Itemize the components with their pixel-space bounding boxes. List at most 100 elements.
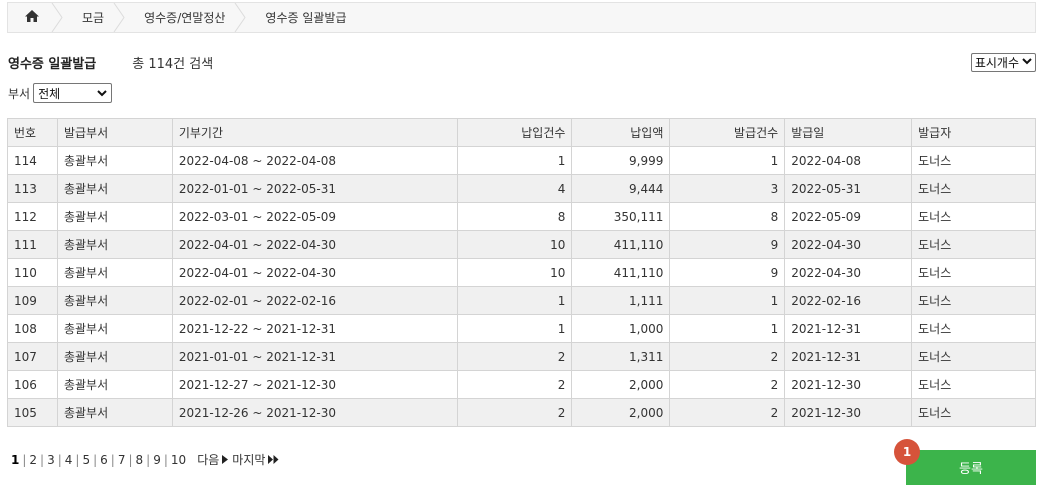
cell-issuer: 도너스 [911, 342, 1036, 371]
cell-issue-count: 9 [669, 258, 786, 287]
page-link-9[interactable]: 9 [150, 453, 164, 467]
col-header-amount[interactable]: 납입액 [571, 118, 671, 147]
cell-dept: 총괄부서 [56, 174, 173, 203]
cell-payment-count: 1 [456, 314, 573, 343]
result-count: 총 114건 검색 [132, 57, 214, 72]
table-row[interactable]: 110 총괄부서 2022-04-01 ~ 2022-04-30 10 411,110 9… [7, 258, 1036, 287]
cell-period: 2022-04-08 ~ 2022-04-08 [171, 146, 458, 175]
cell-no: 110 [7, 258, 58, 287]
cell-issue-date: 2021-12-31 [784, 342, 913, 371]
col-header-period[interactable]: 기부기간 [171, 118, 458, 147]
cell-payment-count: 10 [456, 230, 573, 259]
cell-issuer: 도너스 [911, 174, 1036, 203]
page-link-7[interactable]: 7 [115, 453, 129, 467]
cell-issue-date: 2022-04-30 [784, 230, 913, 259]
cell-issue-count: 1 [669, 314, 786, 343]
cell-issuer: 도너스 [911, 146, 1036, 175]
page-list: 1 | 2 | 3 | 4 | 5 | 6 | 7 | 8 | 9 | 10 [8, 453, 189, 467]
cell-issue-count: 2 [669, 398, 786, 427]
page-title: 영수증 일괄발급 [8, 57, 97, 72]
page-link-2[interactable]: 2 [26, 453, 40, 467]
register-button[interactable]: 등록 [906, 450, 1036, 485]
breadcrumb-home[interactable] [8, 3, 63, 32]
cell-amount: 9,999 [571, 146, 671, 175]
col-header-issuer[interactable]: 발급자 [911, 118, 1036, 147]
last-page-link[interactable]: 마지막 [232, 451, 279, 468]
cell-issue-date: 2021-12-30 [784, 370, 913, 399]
table-row[interactable]: 105 총괄부서 2021-12-26 ~ 2021-12-30 2 2,000 2 202… [7, 398, 1036, 427]
display-count-select[interactable]: 표시개수 [970, 53, 1036, 72]
page-link-6[interactable]: 6 [97, 453, 111, 467]
table-body: 114 총괄부서 2022-04-08 ~ 2022-04-08 1 9,999 1 202… [7, 146, 1036, 427]
cell-no: 111 [7, 230, 58, 259]
cell-no: 109 [7, 286, 58, 315]
cell-no: 107 [7, 342, 58, 371]
page-link-10[interactable]: 10 [168, 453, 189, 467]
table-row[interactable]: 112 총괄부서 2022-03-01 ~ 2022-05-09 8 350,111 8 2… [7, 202, 1036, 231]
cell-dept: 총괄부서 [56, 314, 173, 343]
home-icon [24, 9, 40, 26]
cell-no: 112 [7, 202, 58, 231]
cell-amount: 1,311 [571, 342, 671, 371]
breadcrumb-item-receipts[interactable]: 영수증/연말정산 [118, 3, 247, 32]
col-header-no[interactable]: 번호 [7, 118, 58, 147]
page-link-1[interactable]: 1 [8, 453, 22, 467]
table-row[interactable]: 111 총괄부서 2022-04-01 ~ 2022-04-30 10 411,110 9… [7, 230, 1036, 259]
pagination: 1 | 2 | 3 | 4 | 5 | 6 | 7 | 8 | 9 | 10 다음 마지막 [8, 451, 279, 468]
cell-payment-count: 1 [456, 146, 573, 175]
cell-issuer: 도너스 [911, 286, 1036, 315]
table-row[interactable]: 106 총괄부서 2021-12-27 ~ 2021-12-30 2 2,000 2 202… [7, 370, 1036, 399]
cell-no: 113 [7, 174, 58, 203]
double-caret-right-icon [268, 453, 279, 467]
breadcrumb-item-fundraising[interactable]: 모금 [56, 3, 125, 32]
cell-payment-count: 8 [456, 202, 573, 231]
chevron-down-icon [1022, 57, 1032, 68]
cell-issuer: 도너스 [911, 398, 1036, 427]
table-row[interactable]: 108 총괄부서 2021-12-22 ~ 2021-12-31 1 1,000 1 202… [7, 314, 1036, 343]
page-link-5[interactable]: 5 [79, 453, 93, 467]
col-header-issue-count[interactable]: 발급건수 [669, 118, 786, 147]
cell-issue-count: 8 [669, 202, 786, 231]
cell-issue-count: 1 [669, 146, 786, 175]
cell-dept: 총괄부서 [56, 342, 173, 371]
next-page-link[interactable]: 다음 [197, 451, 229, 468]
table-row[interactable]: 107 총괄부서 2021-01-01 ~ 2021-12-31 2 1,311 2 202… [7, 342, 1036, 371]
cell-issue-date: 2022-02-16 [784, 286, 913, 315]
cell-issuer: 도너스 [911, 370, 1036, 399]
cell-issue-date: 2021-12-31 [784, 314, 913, 343]
breadcrumb: 모금 영수증/연말정산 영수증 일괄발급 [7, 2, 1036, 33]
col-header-payment-count[interactable]: 납입건수 [456, 118, 573, 147]
cell-issue-date: 2022-05-09 [784, 202, 913, 231]
table-header-row: 번호 발급부서 기부기간 납입건수 납입액 발급건수 발급일 발급자 [7, 118, 1036, 147]
cell-amount: 2,000 [571, 398, 671, 427]
cell-no: 108 [7, 314, 58, 343]
page-link-4[interactable]: 4 [62, 453, 76, 467]
cell-issue-count: 1 [669, 286, 786, 315]
cell-payment-count: 4 [456, 174, 573, 203]
cell-no: 114 [7, 146, 58, 175]
cell-period: 2022-04-01 ~ 2022-04-30 [171, 230, 458, 259]
receipt-batch-table: 번호 발급부서 기부기간 납입건수 납입액 발급건수 발급일 발급자 114 총괄… [7, 118, 1036, 427]
dept-select[interactable]: 전체 [33, 83, 113, 103]
cell-period: 2021-01-01 ~ 2021-12-31 [171, 342, 458, 371]
cell-issue-date: 2022-05-31 [784, 174, 913, 203]
col-header-issue-date[interactable]: 발급일 [784, 118, 913, 147]
cell-payment-count: 10 [456, 258, 573, 287]
cell-issue-count: 2 [669, 370, 786, 399]
cell-issue-count: 9 [669, 230, 786, 259]
col-header-dept[interactable]: 발급부서 [56, 118, 173, 147]
cell-issue-count: 2 [669, 342, 786, 371]
cell-dept: 총괄부서 [56, 370, 173, 399]
cell-dept: 총괄부서 [56, 286, 173, 315]
table-row[interactable]: 114 총괄부서 2022-04-08 ~ 2022-04-08 1 9,999 1 202… [7, 146, 1036, 175]
cell-issue-date: 2021-12-30 [784, 398, 913, 427]
page-link-8[interactable]: 8 [133, 453, 147, 467]
cell-period: 2022-03-01 ~ 2022-05-09 [171, 202, 458, 231]
table-row[interactable]: 113 총괄부서 2022-01-01 ~ 2022-05-31 4 9,444 3 202… [7, 174, 1036, 203]
page-link-3[interactable]: 3 [44, 453, 58, 467]
cell-amount: 350,111 [571, 202, 671, 231]
cell-issuer: 도너스 [911, 258, 1036, 287]
cell-dept: 총괄부서 [56, 146, 173, 175]
cell-amount: 2,000 [571, 370, 671, 399]
table-row[interactable]: 109 총괄부서 2022-02-01 ~ 2022-02-16 1 1,111 1 202… [7, 286, 1036, 315]
